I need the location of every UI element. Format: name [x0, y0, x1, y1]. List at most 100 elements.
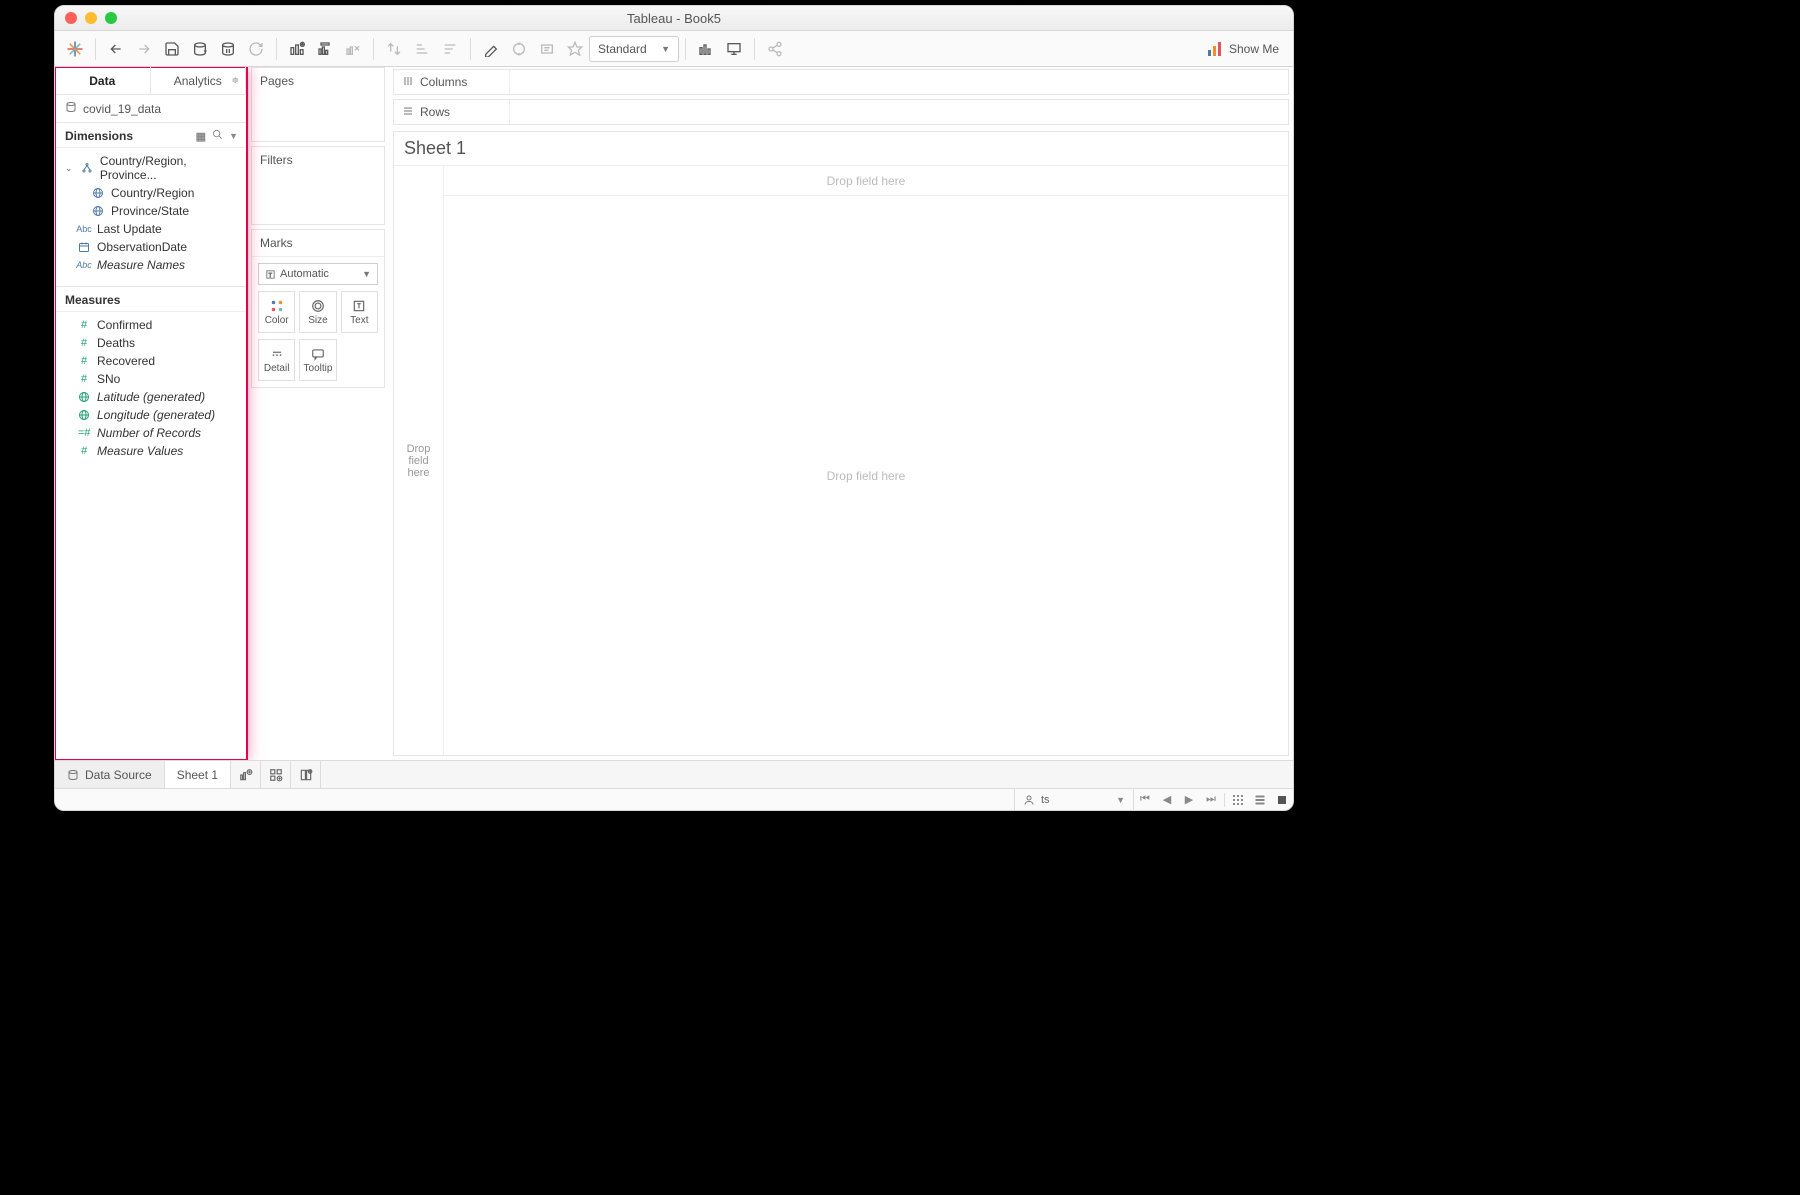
pages-shelf[interactable]: Pages [251, 67, 385, 142]
filters-shelf[interactable]: Filters [251, 146, 385, 225]
abc-icon: Abc [77, 224, 91, 234]
number-icon: # [77, 319, 91, 331]
share-button[interactable] [761, 35, 789, 63]
side-tabs: Data Analytics ≑ [55, 67, 246, 95]
number-icon: # [77, 445, 91, 457]
number-icon: =# [77, 427, 91, 439]
measure-latitude[interactable]: Latitude (generated) [55, 388, 246, 406]
sort-desc-button[interactable] [436, 35, 464, 63]
refresh-data-button[interactable] [242, 35, 270, 63]
search-icon[interactable] [212, 129, 223, 143]
measure-confirmed[interactable]: # Confirmed [55, 316, 246, 334]
new-worksheet-button[interactable] [283, 35, 311, 63]
datasource-name: covid_19_data [83, 102, 161, 116]
columns-icon [402, 75, 414, 90]
dimensions-label: Dimensions [65, 129, 133, 143]
drop-columns-area[interactable]: Drop field here [444, 166, 1288, 196]
measure-longitude[interactable]: Longitude (generated) [55, 406, 246, 424]
datasource-row[interactable]: covid_19_data [55, 95, 246, 123]
mark-tooltip-button[interactable]: Tooltip [299, 339, 336, 381]
mark-size-button[interactable]: Size [299, 291, 336, 333]
rows-shelf[interactable]: Rows [393, 99, 1289, 125]
measure-latitude-label: Latitude (generated) [97, 390, 205, 404]
drop-main-label: Drop field here [827, 469, 906, 483]
view-list-icon[interactable]: ▦ [196, 130, 206, 143]
hierarchy-icon [81, 162, 94, 174]
nav-last-button[interactable]: ⏭ [1200, 789, 1222, 810]
show-me-button[interactable]: Show Me [1199, 41, 1287, 57]
highlight-button[interactable] [477, 35, 505, 63]
sort-asc-button[interactable] [408, 35, 436, 63]
dimension-country[interactable]: Country/Region [55, 184, 246, 202]
mark-text-label: Text [350, 315, 368, 326]
pause-auto-updates-button[interactable] [214, 35, 242, 63]
tab-data-source[interactable]: Data Source [55, 761, 165, 788]
clear-button[interactable] [339, 35, 367, 63]
marks-grid: Color Size Text [252, 291, 384, 339]
user-label: ts [1041, 794, 1050, 806]
dimension-observation-date[interactable]: ObservationDate [55, 238, 246, 256]
cards-column: Pages Filters Marks T Automatic ▼ [247, 67, 389, 760]
status-bar: ts ▼ ⏮ ◀ ▶ ⏭ [55, 788, 1293, 810]
dimension-measure-names[interactable]: Abc Measure Names [55, 256, 246, 274]
columns-shelf[interactable]: Columns [393, 69, 1289, 95]
marks-label: Marks [252, 230, 384, 257]
nav-first-button[interactable]: ⏮ [1134, 789, 1156, 810]
redo-button[interactable] [130, 35, 158, 63]
mark-color-button[interactable]: Color [258, 291, 295, 333]
datasource-icon [67, 769, 79, 781]
app-window: Tableau - Book5 [54, 5, 1294, 811]
save-button[interactable] [158, 35, 186, 63]
drop-rows-area[interactable]: Drop field here [394, 166, 444, 755]
nav-prev-button[interactable]: ◀ [1156, 789, 1178, 810]
measure-deaths-label: Deaths [97, 336, 135, 350]
tab-sheet1[interactable]: Sheet 1 [165, 761, 231, 788]
tab-analytics[interactable]: Analytics ≑ [151, 67, 247, 94]
show-tabs-button[interactable] [1271, 789, 1293, 810]
number-icon: # [77, 355, 91, 367]
show-hide-cards-button[interactable] [692, 35, 720, 63]
swap-button[interactable] [380, 35, 408, 63]
calendar-icon [77, 241, 91, 253]
drop-columns-label: Drop field here [827, 174, 906, 188]
new-dashboard-tab-button[interactable] [261, 761, 291, 788]
measure-num-records[interactable]: =# Number of Records [55, 424, 246, 442]
measure-deaths[interactable]: # Deaths [55, 334, 246, 352]
filmstrip-view-button[interactable] [1227, 789, 1249, 810]
hierarchy-item[interactable]: ⌄ Country/Region, Province... [55, 152, 246, 184]
mark-text-button[interactable]: Text [341, 291, 378, 333]
nav-next-button[interactable]: ▶ [1178, 789, 1200, 810]
measure-values[interactable]: # Measure Values [55, 442, 246, 460]
chevron-down-icon: ▼ [661, 44, 670, 54]
mark-color-label: Color [265, 315, 289, 326]
user-select[interactable]: ts ▼ [1014, 789, 1134, 810]
show-mark-labels-button[interactable] [533, 35, 561, 63]
fix-axes-button[interactable] [561, 35, 589, 63]
dimensions-header: Dimensions ▦ ▼ [55, 123, 246, 148]
tableau-logo-icon[interactable] [61, 35, 89, 63]
globe-icon [77, 391, 91, 403]
duplicate-button[interactable] [311, 35, 339, 63]
dimension-province[interactable]: Province/State [55, 202, 246, 220]
dropdown-icon[interactable]: ▼ [229, 131, 238, 141]
tab-data[interactable]: Data [55, 67, 151, 94]
new-worksheet-tab-button[interactable] [231, 761, 261, 788]
titlebar: Tableau - Book5 [55, 6, 1293, 31]
group-members-button[interactable] [505, 35, 533, 63]
mark-type-select[interactable]: T Automatic ▼ [258, 263, 378, 285]
drop-main-area[interactable]: Drop field here [444, 196, 1288, 755]
tab-data-label: Data [89, 74, 115, 88]
new-story-tab-button[interactable] [291, 761, 321, 788]
sheet-sorter-button[interactable] [1249, 789, 1271, 810]
undo-button[interactable] [102, 35, 130, 63]
sheet-title[interactable]: Sheet 1 [394, 132, 1288, 165]
abc-icon: Abc [77, 260, 91, 270]
fit-select[interactable]: Standard ▼ [589, 36, 679, 62]
measure-recovered[interactable]: # Recovered [55, 352, 246, 370]
text-icon: T [265, 269, 276, 280]
measure-sno[interactable]: # SNo [55, 370, 246, 388]
dimension-last-update[interactable]: Abc Last Update [55, 220, 246, 238]
presentation-mode-button[interactable] [720, 35, 748, 63]
new-data-source-button[interactable] [186, 35, 214, 63]
mark-detail-button[interactable]: Detail [258, 339, 295, 381]
